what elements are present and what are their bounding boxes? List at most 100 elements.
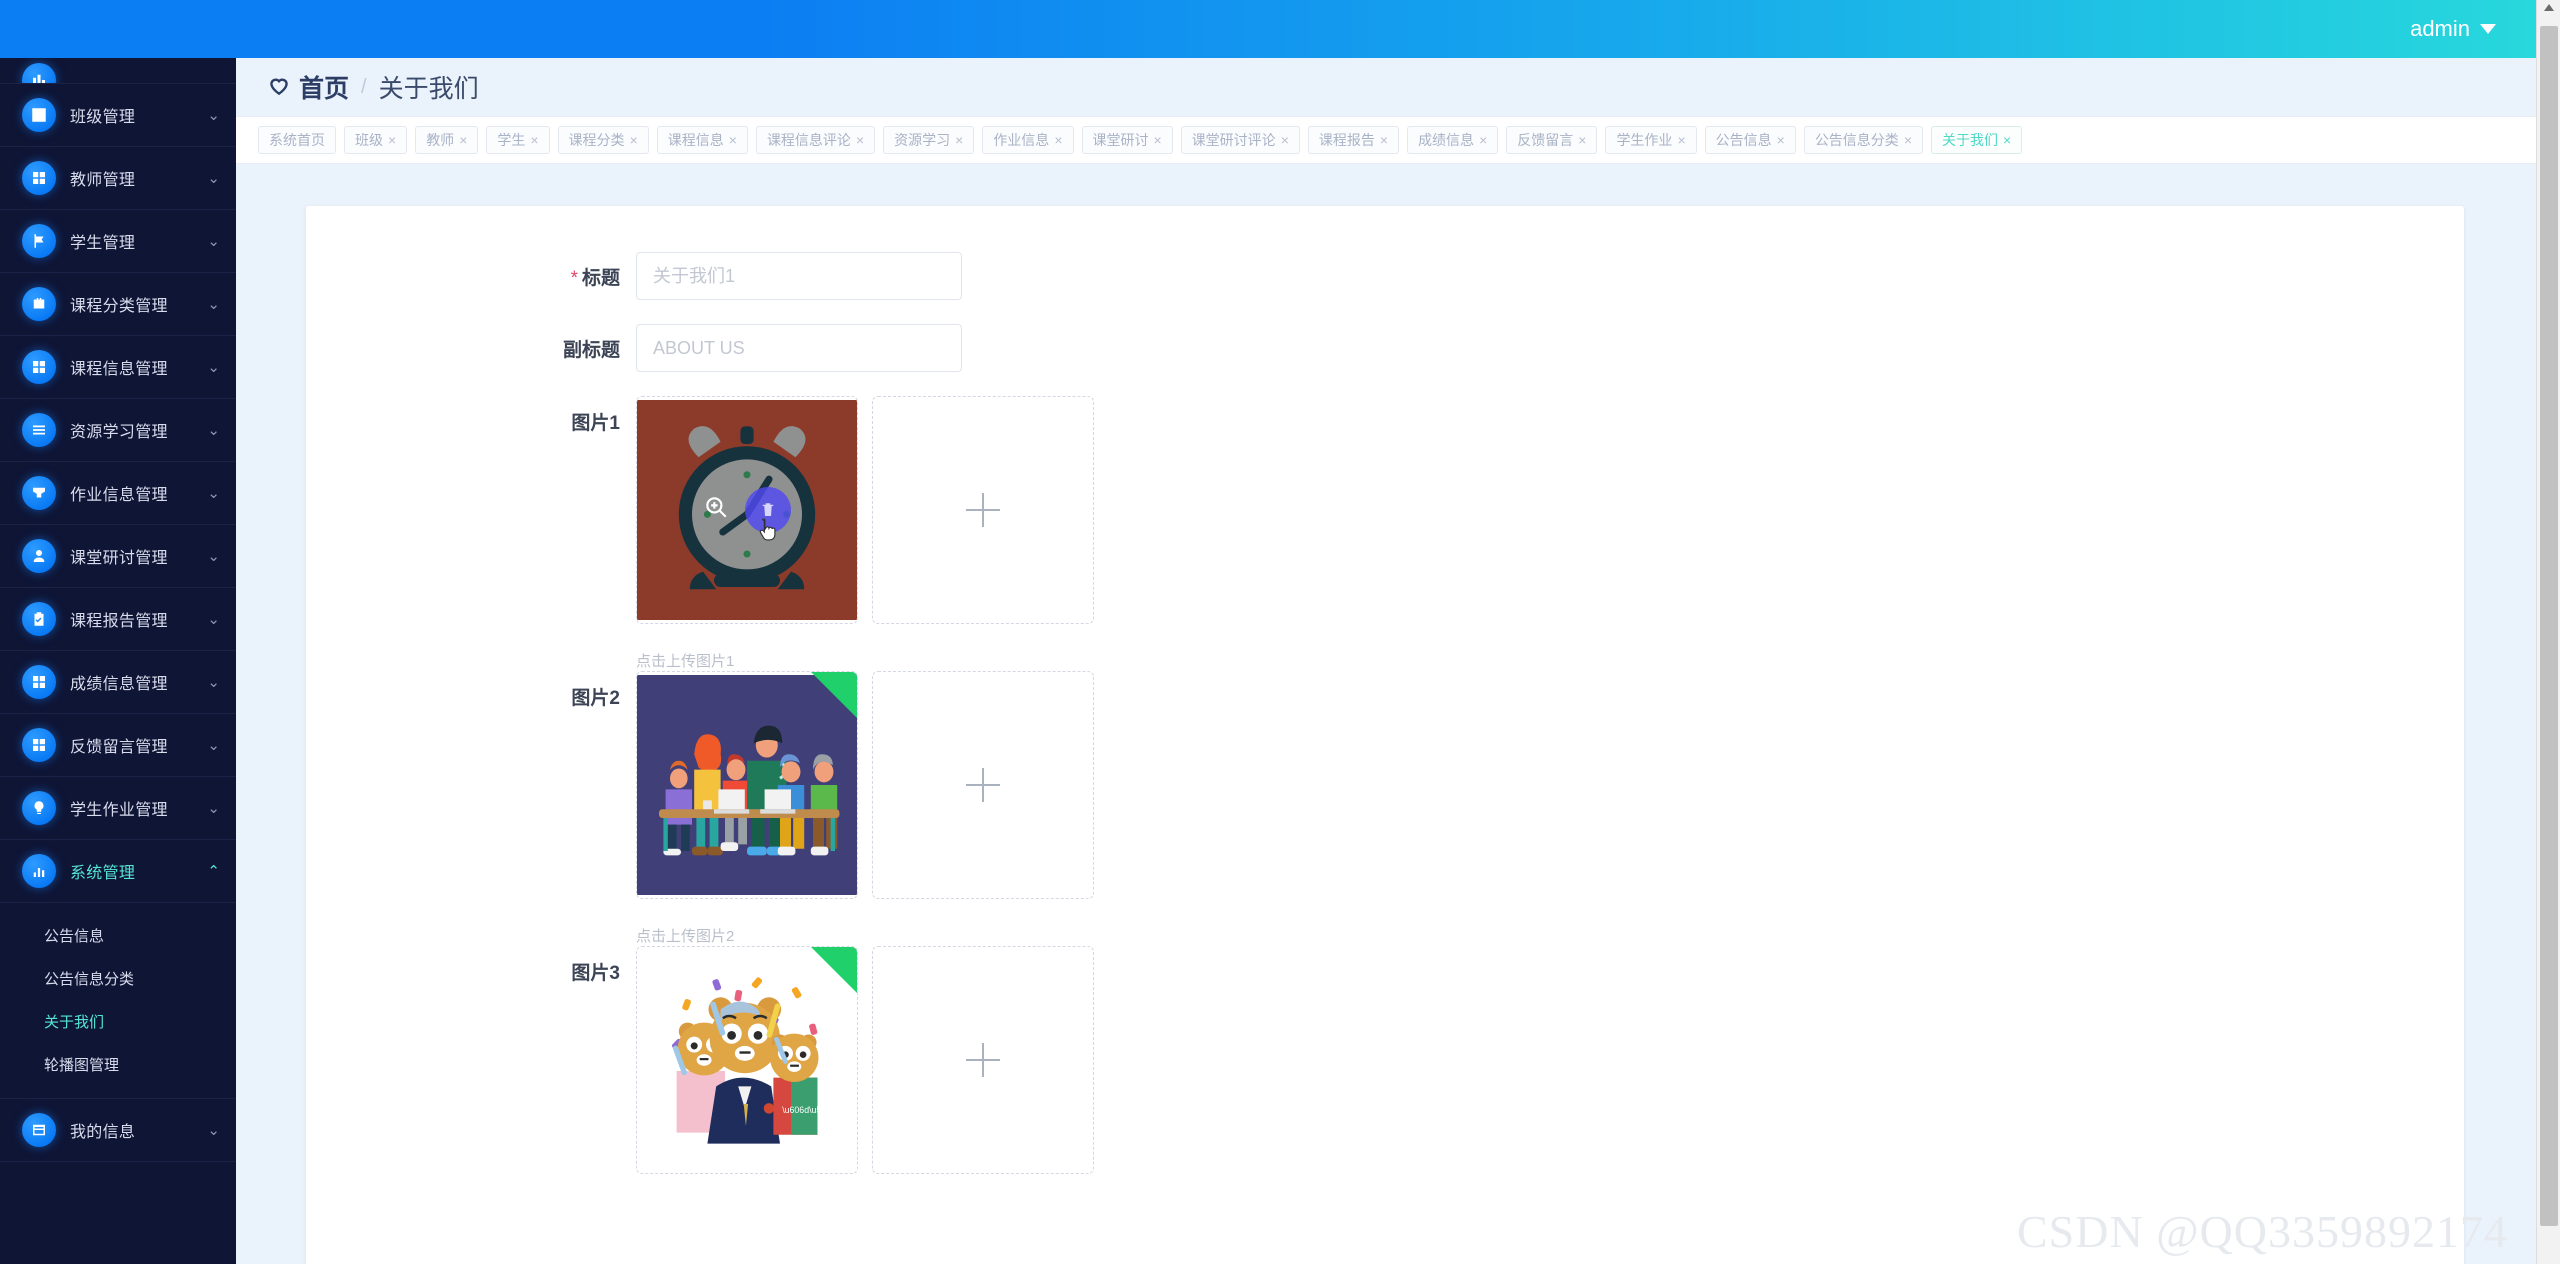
scrollbar-thumb[interactable]	[2540, 26, 2558, 1226]
tab-close-icon[interactable]: ×	[729, 132, 737, 148]
sidebar-item-my-info[interactable]: 我的信息 ⌄	[0, 1099, 236, 1162]
tab-item[interactable]: 公告信息×	[1705, 126, 1796, 154]
sidebar-item-label: 我的信息	[70, 1118, 135, 1142]
tab-item[interactable]: 公告信息分类 ×	[1804, 126, 1923, 154]
upload-row-image3: 图片3	[306, 946, 2464, 1174]
user-icon	[22, 539, 56, 573]
chevron-down-icon: ⌄	[207, 675, 220, 690]
image1-add-upload-button[interactable]	[872, 396, 1094, 624]
tab-close-icon[interactable]: ×	[856, 132, 864, 148]
chevron-down-icon: ⌄	[207, 360, 220, 375]
image1-thumbnail[interactable]	[636, 396, 858, 624]
sidebar-item-teacher-mgmt[interactable]: 教师管理 ⌄	[0, 147, 236, 210]
tab-item[interactable]: 课程信息×	[657, 126, 748, 154]
subtitle-field-label: 副标题	[306, 335, 636, 362]
tab-close-icon[interactable]: ×	[2003, 132, 2011, 148]
tab-close-icon[interactable]: ×	[388, 132, 396, 148]
chevron-down-icon: ⌄	[207, 171, 220, 186]
tab-label: 反馈留言	[1517, 130, 1573, 150]
sidebar-item-label: 课程分类管理	[70, 292, 168, 316]
tab-label: 学生作业	[1616, 130, 1672, 150]
sidebar-item-score-info-mgmt[interactable]: 成绩信息管理 ⌄	[0, 651, 236, 714]
image3-thumbnail[interactable]: \u606d\u559c	[636, 946, 858, 1174]
title-input[interactable]	[636, 252, 962, 300]
image3-label: 图片3	[306, 946, 636, 1174]
tab-close-icon[interactable]: ×	[1479, 132, 1487, 148]
sidebar-item-classroom-seminar-mgmt[interactable]: 课堂研讨管理 ⌄	[0, 525, 236, 588]
tab-close-icon[interactable]: ×	[1054, 132, 1062, 148]
chevron-down-icon: ⌄	[207, 549, 220, 564]
about-us-form-panel: *标题 副标题 图片1	[306, 206, 2464, 1264]
tab-close-icon[interactable]: ×	[1154, 132, 1162, 148]
sidebar-subitem-carousel-mgmt[interactable]: 轮播图管理	[0, 1047, 236, 1081]
sidebar-subitem-announcements[interactable]: 公告信息	[0, 918, 236, 952]
tab-item[interactable]: 资源学习×	[883, 126, 974, 154]
sidebar-item-cut-top[interactable]	[0, 58, 236, 84]
sidebar-subitem-announcement-categories[interactable]: 公告信息分类	[0, 961, 236, 995]
sidebar-item-resource-study-mgmt[interactable]: 资源学习管理 ⌄	[0, 399, 236, 462]
subtitle-input[interactable]	[636, 324, 962, 372]
tab-item[interactable]: 班级×	[344, 126, 407, 154]
tab-close-icon[interactable]: ×	[1677, 132, 1685, 148]
tab-label: 课堂研讨	[1093, 130, 1149, 150]
sidebar-item-label: 教师管理	[70, 166, 135, 190]
svg-text:\u606d\u559c: \u606d\u559c	[782, 1105, 836, 1115]
tab-item[interactable]: 反馈留言 ×	[1506, 126, 1597, 154]
image2-add-upload-button[interactable]	[872, 671, 1094, 899]
tab-item[interactable]: 系统首页	[258, 126, 336, 154]
tab-item[interactable]: 学生 ×	[486, 126, 549, 154]
upload-row-image1: 图片1	[306, 396, 2464, 671]
tab-close-icon[interactable]: ×	[955, 132, 963, 148]
zoom-in-icon[interactable]	[703, 494, 729, 526]
tab-close-icon[interactable]: ×	[1777, 132, 1785, 148]
chevron-down-icon: ⌄	[207, 486, 220, 501]
image2-thumbnail[interactable]	[636, 671, 858, 899]
tab-item[interactable]: 课堂研讨评论×	[1181, 126, 1300, 154]
flag-icon	[22, 224, 56, 258]
sidebar-item-label: 作业信息管理	[70, 481, 168, 505]
scroll-up-arrow-icon[interactable]	[2544, 4, 2554, 11]
tab-close-icon[interactable]: ×	[1904, 132, 1912, 148]
tab-item[interactable]: 成绩信息×	[1407, 126, 1498, 154]
breadcrumb-home[interactable]: 首页	[266, 69, 349, 105]
tab-close-icon[interactable]: ×	[530, 132, 538, 148]
tab-label: 公告信息分类	[1815, 130, 1899, 150]
tab-item[interactable]: 课堂研讨 ×	[1082, 126, 1173, 154]
bulb-icon	[22, 791, 56, 825]
tab-close-icon[interactable]: ×	[459, 132, 467, 148]
sidebar-item-feedback-mgmt[interactable]: 反馈留言管理 ⌄	[0, 714, 236, 777]
tab-close-icon[interactable]: ×	[1380, 132, 1388, 148]
page-scrollbar[interactable]	[2536, 0, 2560, 1264]
tab-close-icon[interactable]: ×	[1578, 132, 1586, 148]
tab-label: 课程分类	[569, 130, 625, 150]
user-menu[interactable]: admin	[2410, 16, 2496, 42]
tab-item[interactable]: 作业信息×	[982, 126, 1073, 154]
tab-close-icon[interactable]: ×	[630, 132, 638, 148]
sidebar-item-student-homework-mgmt[interactable]: 学生作业管理 ⌄	[0, 777, 236, 840]
tab-label: 学生	[497, 130, 525, 150]
tab-item[interactable]: 课程信息评论×	[756, 126, 875, 154]
plus-icon	[966, 1043, 1000, 1077]
sidebar-item-class-mgmt[interactable]: 班级管理 ⌄	[0, 84, 236, 147]
sidebar-item-system-mgmt[interactable]: 系统管理 ⌃	[0, 840, 236, 903]
sidebar-subitem-label: 轮播图管理	[44, 1054, 119, 1075]
tab-item[interactable]: 关于我们×	[1931, 126, 2022, 154]
sidebar-item-student-mgmt[interactable]: 学生管理 ⌄	[0, 210, 236, 273]
tab-item[interactable]: 课程报告 ×	[1308, 126, 1399, 154]
form-row-subtitle: 副标题	[306, 324, 2464, 372]
sidebar-subitem-about-us[interactable]: 关于我们	[0, 1004, 236, 1038]
user-name-label: admin	[2410, 16, 2470, 42]
chart-line-icon	[22, 98, 56, 132]
tab-label: 课程报告	[1319, 130, 1375, 150]
sidebar-item-course-report-mgmt[interactable]: 课程报告管理 ⌄	[0, 588, 236, 651]
image3-add-upload-button[interactable]	[872, 946, 1094, 1174]
grid-icon	[22, 728, 56, 762]
sidebar-item-homework-info-mgmt[interactable]: 作业信息管理 ⌄	[0, 462, 236, 525]
sidebar-item-course-category-mgmt[interactable]: 课程分类管理 ⌄	[0, 273, 236, 336]
tab-item[interactable]: 教师×	[415, 126, 478, 154]
sidebar-item-course-info-mgmt[interactable]: 课程信息管理 ⌄	[0, 336, 236, 399]
sidebar-item-label: 课堂研讨管理	[70, 544, 168, 568]
tab-close-icon[interactable]: ×	[1281, 132, 1289, 148]
tab-item[interactable]: 学生作业 ×	[1605, 126, 1696, 154]
tab-item[interactable]: 课程分类 ×	[558, 126, 649, 154]
